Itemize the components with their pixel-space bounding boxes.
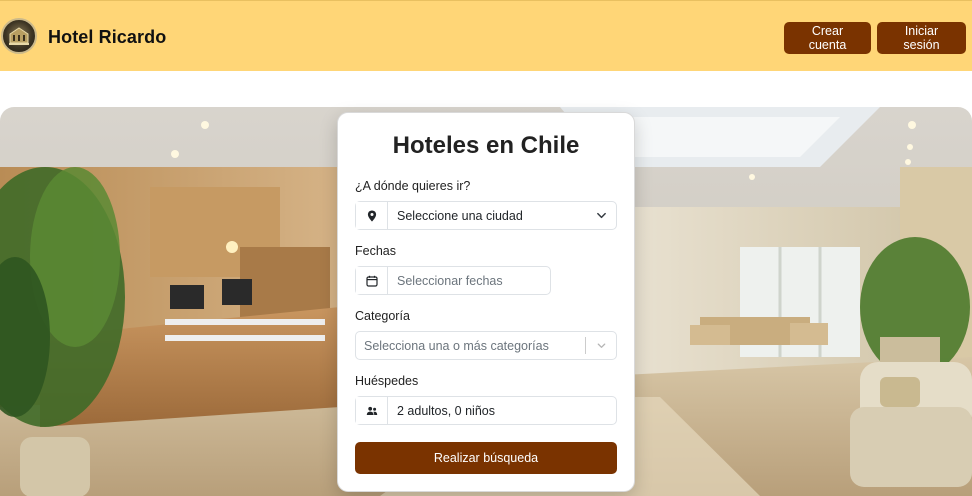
dates-input[interactable]: Seleccionar fechas	[355, 266, 551, 295]
dates-label: Fechas	[355, 244, 396, 258]
destination-label: ¿A dónde quieres ir?	[355, 179, 471, 193]
guests-input[interactable]: 2 adultos, 0 niños	[355, 396, 617, 425]
category-multiselect[interactable]: Selecciona una o más categorías	[355, 331, 617, 360]
destination-value: Seleccione una ciudad	[397, 208, 523, 223]
destination-select[interactable]: Seleccione una ciudad	[355, 201, 617, 230]
chevron-down-icon	[586, 332, 616, 359]
guests-value: 2 adultos, 0 niños	[397, 403, 495, 418]
search-button[interactable]: Realizar búsqueda	[355, 442, 617, 474]
map-pin-icon	[356, 202, 388, 229]
hotel-logo[interactable]	[1, 18, 37, 54]
create-account-button[interactable]: Crear cuenta	[784, 22, 871, 54]
top-navbar: Hotel Ricardo Crear cuenta Iniciar sesió…	[0, 0, 972, 71]
users-icon	[356, 397, 388, 424]
calendar-icon	[356, 267, 388, 294]
brand-name[interactable]: Hotel Ricardo	[48, 27, 166, 48]
search-title: Hoteles en Chile	[392, 132, 580, 159]
dates-placeholder: Seleccionar fechas	[397, 273, 503, 288]
login-button[interactable]: Iniciar sesión	[877, 22, 966, 54]
category-label: Categoría	[355, 309, 410, 323]
category-placeholder: Selecciona una o más categorías	[364, 338, 549, 353]
hotel-emblem-icon	[9, 27, 29, 45]
guests-label: Huéspedes	[355, 374, 419, 388]
chevron-down-icon	[586, 202, 616, 229]
hotel-search-card: Hoteles en Chile ¿A dónde quieres ir? Se…	[337, 112, 635, 492]
